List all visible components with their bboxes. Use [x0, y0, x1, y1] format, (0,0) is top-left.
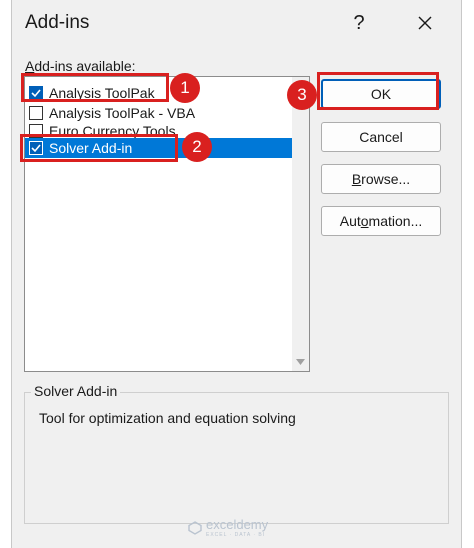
close-icon — [418, 16, 432, 30]
watermark-tagline: EXCEL · DATA · BI — [206, 532, 266, 538]
close-button[interactable] — [407, 8, 443, 38]
browse-button[interactable]: Browse... — [321, 164, 441, 194]
callout-highlight-solver — [20, 134, 178, 162]
exceldemy-logo-icon — [188, 520, 202, 535]
callout-number-1: 1 — [170, 73, 200, 103]
callout-highlight-ok — [317, 72, 439, 110]
dialog-title: Add-ins — [25, 12, 90, 33]
checkbox[interactable] — [29, 106, 43, 120]
automation-button[interactable]: Automation... — [321, 206, 441, 236]
help-button[interactable]: ? — [344, 8, 374, 38]
description-title: Solver Add-in — [31, 383, 121, 399]
listbox-scrollbar[interactable] — [292, 77, 309, 371]
callout-highlight-analysis-toolpak — [21, 73, 169, 102]
cancel-button[interactable]: Cancel — [321, 122, 441, 152]
add-ins-listbox[interactable]: Analysis ToolPak Analysis ToolPak - VBA … — [24, 76, 310, 372]
watermark-brand: exceldemy — [206, 517, 269, 532]
callout-number-2: 2 — [182, 132, 212, 162]
scroll-down-arrow-icon[interactable] — [295, 357, 306, 367]
callout-number-3: 3 — [287, 80, 317, 110]
list-item-label: Analysis ToolPak - VBA — [49, 105, 196, 121]
title-bar: Add-ins ? — [12, 0, 461, 48]
list-item[interactable]: Analysis ToolPak - VBA — [25, 103, 293, 123]
add-ins-available-label: Add-ins available: — [25, 58, 136, 74]
description-text: Tool for optimization and equation solvi… — [39, 410, 296, 426]
watermark: exceldemy EXCEL · DATA · BI — [188, 517, 268, 538]
